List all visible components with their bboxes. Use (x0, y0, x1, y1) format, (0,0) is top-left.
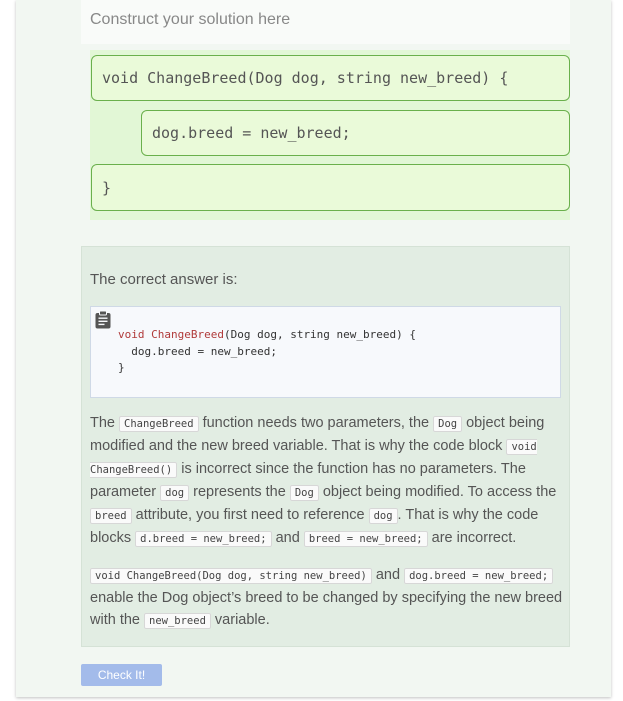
code-line-1-rest: (Dog dog, string new_breed) { (223, 328, 417, 341)
explanation-text: The (90, 415, 120, 431)
explanation-text: attribute, you first need to reference (131, 507, 369, 523)
clipboard-icon[interactable] (95, 311, 111, 329)
construct-header: Construct your solution here (81, 0, 570, 44)
code-block-text: void ChangeBreed(Dog dog, string new_bre… (102, 69, 509, 87)
code-line-3: } (118, 361, 125, 374)
explanation-text: function needs two parameters, the (198, 415, 434, 431)
code-block-assignment[interactable]: dog.breed = new_breed; (141, 110, 570, 156)
inline-code: dog (160, 485, 190, 501)
code-block-closing-brace[interactable]: } (91, 164, 570, 211)
code-block-text: dog.breed = new_breed; (152, 124, 351, 142)
inline-code: Dog (433, 416, 463, 432)
explanation-text: are incorrect. (427, 530, 517, 546)
explanation-text: variable. (210, 612, 270, 628)
answer-code-box: void ChangeBreed(Dog dog, string new_bre… (90, 306, 561, 398)
answer-explanation: The ChangeBreed function needs two param… (90, 412, 565, 646)
explanation-text: object being modified. To access the (318, 484, 557, 500)
explanation-text: and (271, 530, 304, 546)
inline-code: dog (368, 508, 398, 524)
code-line-2: dog.breed = new_breed; (118, 344, 277, 358)
inline-code: void ChangeBreed(Dog dog, string new_bre… (90, 568, 372, 584)
code-block-function-signature[interactable]: void ChangeBreed(Dog dog, string new_bre… (91, 55, 570, 101)
inline-code: breed = new_breed; (303, 531, 428, 547)
inline-code: new_breed (144, 613, 211, 629)
explanation-paragraph-1: The ChangeBreed function needs two param… (90, 412, 565, 550)
explanation-text: represents the (189, 484, 290, 500)
inline-code: dog.breed = new_breed; (404, 568, 554, 584)
answer-panel: The correct answer is: void ChangeBreed(… (81, 246, 570, 647)
explanation-text: and (371, 567, 405, 583)
inline-code: breed (90, 508, 132, 524)
construct-header-label: Construct your solution here (90, 11, 291, 28)
inline-code: Dog (289, 485, 319, 501)
answer-intro: The correct answer is: (90, 271, 238, 288)
inline-code: d.breed = new_breed; (135, 531, 272, 547)
answer-code: void ChangeBreed(Dog dog, string new_bre… (118, 327, 416, 377)
code-keyword: void ChangeBreed (118, 328, 224, 341)
code-block-text: } (102, 178, 112, 197)
inline-code: ChangeBreed (119, 416, 199, 432)
check-it-button[interactable]: Check It! (81, 664, 162, 686)
explanation-paragraph-2: void ChangeBreed(Dog dog, string new_bre… (90, 564, 565, 632)
